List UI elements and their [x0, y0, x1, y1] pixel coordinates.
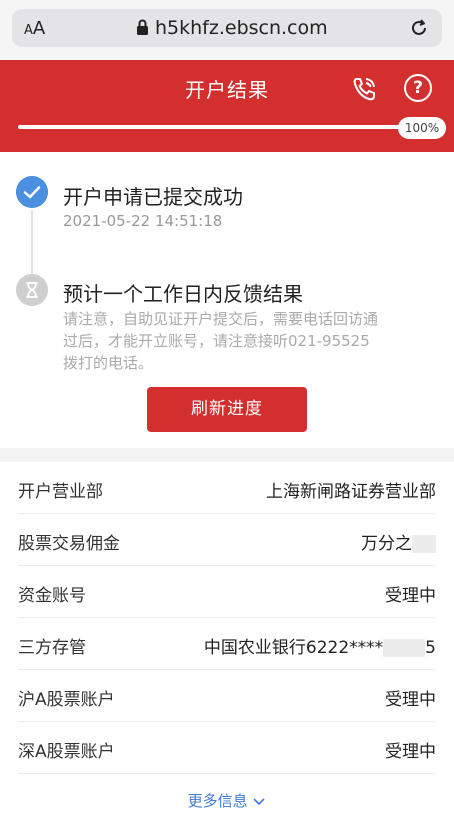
info-row-branch: 开户营业部 上海新闸路证券营业部	[0, 462, 454, 514]
info-label: 开户营业部	[18, 482, 103, 502]
info-row-fund-account: 资金账号 受理中	[0, 566, 454, 618]
info-value-text: 万分之	[361, 534, 412, 554]
phone-call-icon[interactable]	[349, 74, 379, 104]
step-submitted-title: 开户申请已提交成功	[63, 185, 243, 209]
browser-address-bar: AA h5khfz.ebscn.com	[0, 0, 454, 60]
step-pending-note: 请注意，自助见证开户提交后，需要电话回访通过后，才能开立账号，请注意接听021-…	[63, 310, 379, 372]
step-submitted-time: 2021-05-22 14:51:18	[63, 212, 223, 230]
more-info-link[interactable]: 更多信息	[0, 790, 454, 811]
lock-icon	[137, 19, 148, 35]
hourglass-icon	[16, 274, 48, 306]
account-info-list: 开户营业部 上海新闸路证券营业部 股票交易佣金 万分之 资金账号 受理中 三方存…	[0, 462, 454, 819]
info-value: 中国农业银行6222**** 5	[204, 633, 436, 658]
url-text: h5khfz.ebscn.com	[155, 17, 328, 39]
more-info-label: 更多信息	[187, 792, 248, 810]
reload-icon[interactable]	[408, 17, 430, 39]
info-label: 资金账号	[18, 586, 86, 606]
check-circle-icon	[16, 176, 48, 208]
chevron-down-icon	[253, 797, 265, 805]
info-row-sz-a-account: 深A股票账户 受理中	[0, 722, 454, 774]
help-icon[interactable]: ?	[404, 74, 432, 102]
info-value: 受理中	[385, 586, 436, 606]
info-value-suffix: 5	[425, 638, 436, 658]
info-value: 上海新闸路证券营业部	[266, 482, 436, 502]
text-size-button[interactable]: AA	[24, 18, 45, 39]
page-header: 开户结果 ? 100%	[0, 60, 454, 152]
info-label: 深A股票账户	[18, 742, 115, 762]
status-card: 开户申请已提交成功 2021-05-22 14:51:18 预计一个工作日内反馈…	[0, 152, 454, 448]
progress-fill	[18, 125, 418, 129]
info-value: 万分之	[361, 529, 436, 554]
redacted-mask	[383, 639, 426, 657]
info-row-sh-a-account: 沪A股票账户 受理中	[0, 670, 454, 722]
info-value: 受理中	[385, 690, 436, 710]
url-display[interactable]: h5khfz.ebscn.com	[136, 17, 328, 39]
progress-badge: 100%	[398, 117, 446, 139]
info-label: 三方存管	[18, 638, 86, 658]
refresh-progress-button[interactable]: 刷新进度	[147, 387, 307, 432]
info-row-commission: 股票交易佣金 万分之	[0, 514, 454, 566]
info-row-custody: 三方存管 中国农业银行6222**** 5	[0, 618, 454, 670]
info-value: 受理中	[385, 742, 436, 762]
info-label: 股票交易佣金	[18, 534, 120, 554]
timeline-connector	[31, 210, 33, 280]
step-pending-title: 预计一个工作日内反馈结果	[63, 282, 303, 306]
progress-bar	[18, 125, 418, 129]
url-field[interactable]: AA h5khfz.ebscn.com	[12, 9, 442, 47]
page-title: 开户结果	[185, 78, 269, 102]
info-value-text: 中国农业银行6222****	[203, 638, 384, 658]
info-label: 沪A股票账户	[18, 690, 115, 710]
redacted-mask	[412, 535, 436, 553]
